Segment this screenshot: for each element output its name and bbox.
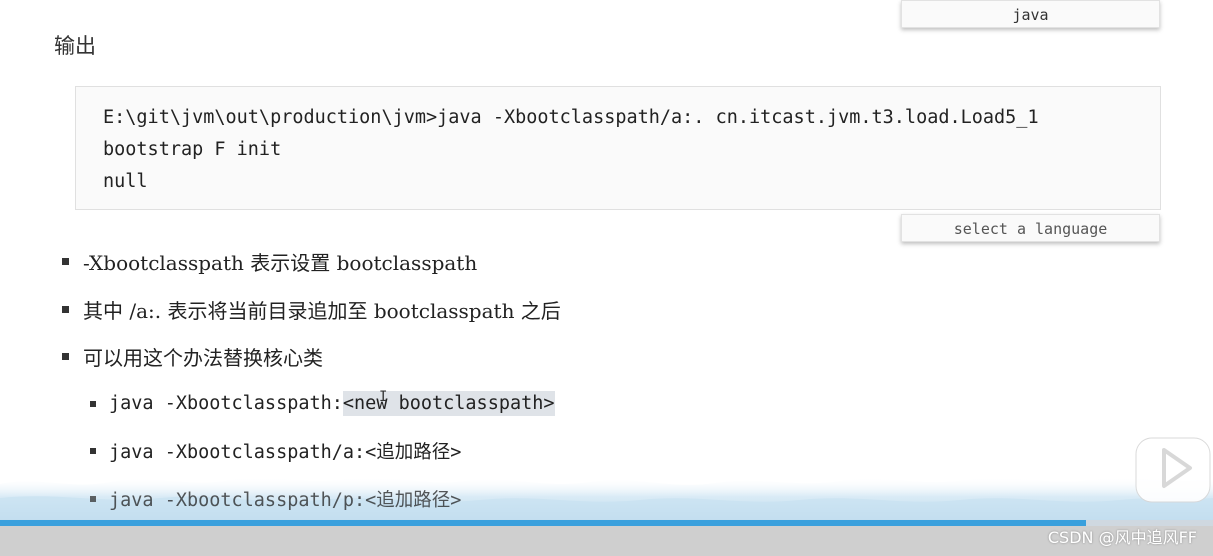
code-line-3: null [103, 171, 148, 192]
sub-bullet-item: java -Xbootclasspath: <new bootclasspath> [90, 391, 555, 416]
language-tab-java[interactable]: java [901, 0, 1160, 28]
section-heading: 输出 [54, 34, 96, 58]
bullet-item: -Xbootclasspath 表示设置 bootclasspath [62, 247, 477, 276]
sub-bullet-text: java -Xbootclasspath: [109, 393, 343, 414]
code-line-1: E:\git\jvm\out\production\jvm>java -Xboo… [103, 107, 1039, 128]
bullet-text: 其中 /a:. 表示将当前目录追加至 bootclasspath 之后 [83, 299, 561, 323]
bullet-square-icon [90, 400, 96, 407]
bullet-text: 可以用这个办法替换核心类 [83, 346, 323, 370]
bullet-text: -Xbootclasspath 表示设置 bootclasspath [83, 251, 478, 275]
language-select[interactable]: select a language [901, 214, 1160, 242]
watermark: CSDN @风中追风FF [1047, 528, 1197, 547]
text-cursor-icon: I [379, 389, 388, 405]
bottom-bar: CSDN @风中追风FF [0, 526, 1213, 556]
sub-bullet-item: java -Xbootclasspath/p:<追加路径> [90, 486, 461, 512]
bullet-square-icon [62, 353, 69, 360]
code-block: E:\git\jvm\out\production\jvm>java -Xboo… [75, 86, 1161, 210]
highlighted-text: <new bootclasspath> [342, 391, 555, 416]
bullet-item: 可以用这个办法替换核心类 [62, 342, 323, 371]
bullet-item: 其中 /a:. 表示将当前目录追加至 bootclasspath 之后 [62, 295, 561, 324]
code-line-2: bootstrap F init [103, 139, 282, 160]
sub-bullet-text: java -Xbootclasspath/p:<追加路径> [109, 490, 462, 511]
bullet-square-icon [90, 496, 96, 502]
play-icon[interactable] [1132, 424, 1213, 506]
bullet-square-icon [62, 306, 69, 313]
bullet-square-icon [62, 258, 69, 265]
